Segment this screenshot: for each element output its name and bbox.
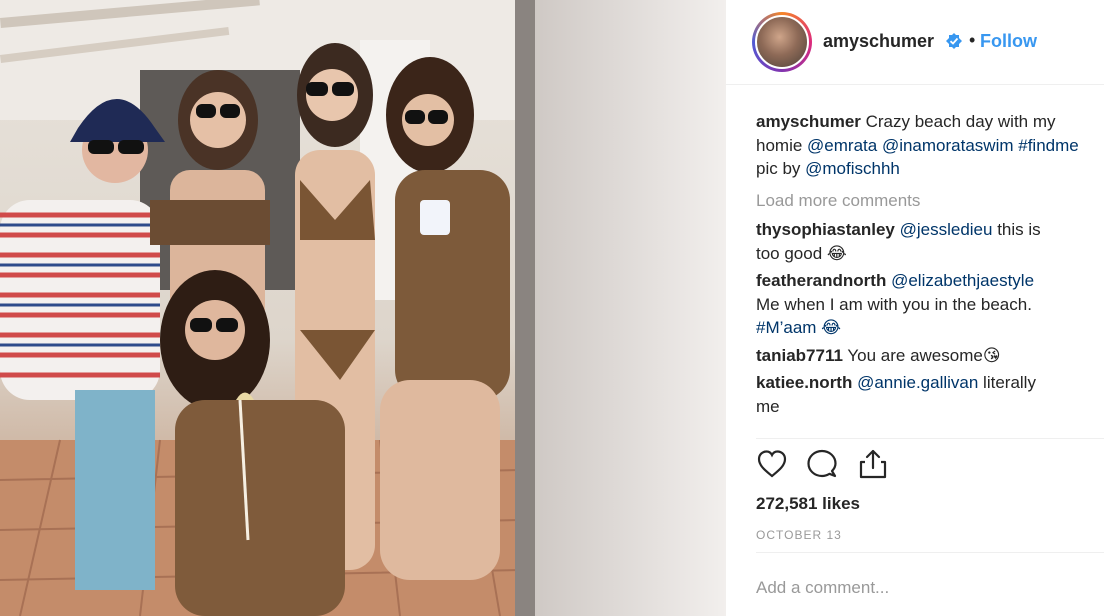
username-link[interactable]: amyschumer bbox=[823, 31, 934, 52]
comment-item: thysophiastanley @jessledieu this is too… bbox=[756, 218, 1104, 265]
separator-dot: • bbox=[969, 30, 976, 50]
mention-link[interactable]: @mofischhh bbox=[805, 159, 900, 178]
photo-illustration bbox=[0, 0, 726, 616]
comment-username[interactable]: taniab7711 bbox=[756, 346, 843, 365]
divider bbox=[756, 552, 1104, 553]
avatar[interactable] bbox=[752, 12, 812, 72]
divider bbox=[756, 438, 1104, 439]
comment-text: You are awesome😘 bbox=[842, 345, 1001, 365]
caption-username[interactable]: amyschumer bbox=[756, 112, 861, 131]
comment-text: me bbox=[756, 396, 780, 416]
load-more-comments-button[interactable]: Load more comments bbox=[756, 189, 1104, 213]
caption-text: homie bbox=[756, 135, 808, 155]
comment-text: Me when I am with you in the beach. bbox=[756, 294, 1032, 314]
mention-link[interactable]: @annie.gallivan bbox=[857, 373, 978, 392]
share-icon[interactable] bbox=[857, 448, 889, 480]
action-bar bbox=[756, 448, 903, 488]
comment-item: taniab7711 You are awesome😘 bbox=[756, 344, 1104, 368]
hashtag-link[interactable]: #findme bbox=[1018, 136, 1078, 155]
mention-link[interactable]: @jessledieu bbox=[900, 220, 993, 239]
comment-username[interactable]: katiee.north bbox=[756, 373, 852, 392]
comment-item: katiee.north @annie.gallivan literally m… bbox=[756, 371, 1104, 418]
hashtag-link[interactable]: #M’aam 😂 bbox=[756, 318, 841, 337]
mention-link[interactable]: @elizabethjaestyle bbox=[891, 271, 1034, 290]
comment-text: literally bbox=[978, 373, 1036, 392]
likes-count[interactable]: 272,581 likes bbox=[756, 494, 860, 514]
caption-text: pic by bbox=[756, 159, 806, 178]
comment-text: too good 😂 bbox=[756, 243, 847, 263]
follow-button[interactable]: Follow bbox=[980, 31, 1037, 52]
mention-link[interactable]: @inamorataswim bbox=[882, 136, 1014, 155]
heart-icon[interactable] bbox=[756, 448, 788, 480]
post-date[interactable]: OCTOBER 13 bbox=[756, 528, 842, 542]
caption-text: Crazy beach day with my bbox=[860, 112, 1056, 131]
comment-item: featherandnorth @elizabethjaestyle Me wh… bbox=[756, 269, 1104, 340]
comment-text: this is bbox=[992, 220, 1041, 239]
avatar-image bbox=[755, 15, 809, 69]
caption: amyschumer Crazy beach day with my homie… bbox=[756, 110, 1104, 181]
post-details-panel: amyschumer • Follow amyschumer Crazy bea… bbox=[726, 0, 1104, 616]
post-photo[interactable] bbox=[0, 0, 726, 616]
comment-icon[interactable] bbox=[806, 448, 838, 480]
post-header: amyschumer • Follow bbox=[726, 0, 1104, 85]
comment-username[interactable]: thysophiastanley bbox=[756, 220, 895, 239]
verified-badge-icon bbox=[946, 33, 962, 49]
comments-section: amyschumer Crazy beach day with my homie… bbox=[756, 110, 1104, 422]
comment-username[interactable]: featherandnorth bbox=[756, 271, 886, 290]
add-comment-input[interactable]: Add a comment... bbox=[756, 578, 889, 598]
mention-link[interactable]: @emrata bbox=[807, 136, 877, 155]
